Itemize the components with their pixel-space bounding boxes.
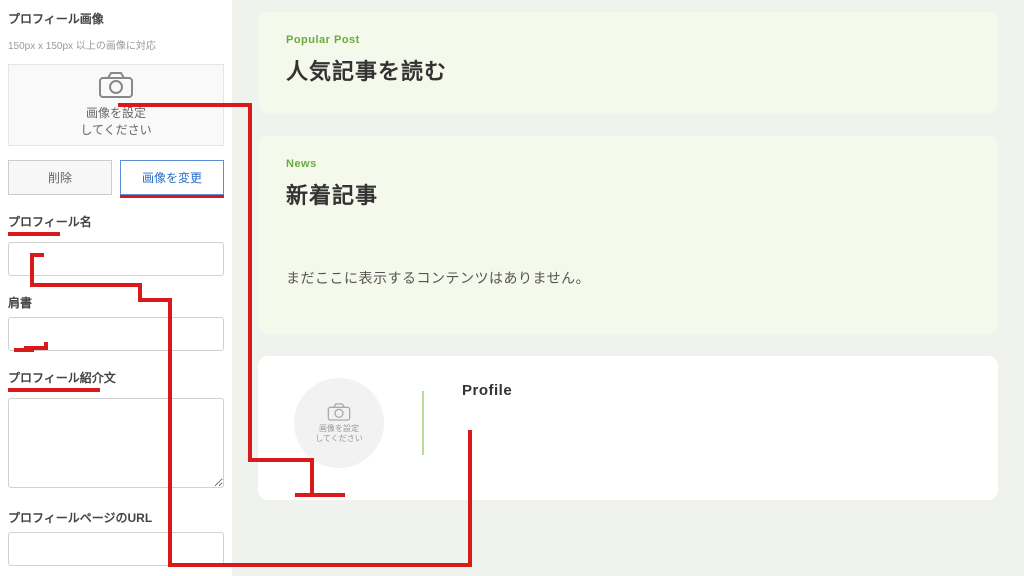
- news-title: 新着記事: [286, 178, 970, 210]
- news-eyebrow: News: [286, 158, 970, 170]
- role-section: 肩書: [8, 294, 224, 351]
- profile-name-input[interactable]: [8, 242, 224, 276]
- delete-button[interactable]: 削除: [8, 160, 112, 195]
- popular-title: 人気記事を読む: [286, 54, 970, 86]
- main-content: Popular Post 人気記事を読む News 新着記事 まだここに表示する…: [232, 0, 1024, 576]
- popular-post-card: Popular Post 人気記事を読む: [258, 12, 998, 114]
- role-label-text: 肩書: [8, 296, 32, 310]
- role-label: 肩書: [8, 294, 224, 311]
- role-input[interactable]: [8, 317, 224, 351]
- camera-icon: [98, 71, 134, 99]
- profile-name-label-text: プロフィール名: [8, 215, 92, 229]
- avatar-placeholder: 画像を設定 してください: [294, 378, 384, 468]
- news-card: News 新着記事 まだここに表示するコンテンツはありません。: [258, 136, 998, 334]
- upload-line-2: してください: [80, 122, 151, 139]
- intro-label-text: プロフィール紹介文: [8, 371, 116, 385]
- url-label: プロフィールページのURL: [8, 509, 224, 526]
- url-section: プロフィールページのURL: [8, 509, 224, 566]
- news-empty-message: まだここに表示するコンテンツはありません。: [286, 268, 970, 288]
- image-hint: 150px x 150px 以上の画像に対応: [8, 37, 224, 52]
- image-buttons: 削除 画像を変更: [8, 160, 224, 195]
- profile-heading: Profile: [462, 382, 512, 399]
- profile-name-section: プロフィール名: [8, 213, 224, 276]
- profile-name-label: プロフィール名: [8, 213, 224, 236]
- profile-divider: [422, 391, 424, 455]
- upload-placeholder-text: 画像を設定 してください: [80, 105, 151, 139]
- image-upload-area[interactable]: 画像を設定 してください: [8, 64, 224, 146]
- intro-label: プロフィール紹介文: [8, 369, 224, 392]
- intro-section: プロフィール紹介文: [8, 369, 224, 491]
- profile-preview-card: 画像を設定 してください Profile: [258, 356, 998, 500]
- popular-eyebrow: Popular Post: [286, 34, 970, 46]
- avatar-text: 画像を設定 してください: [315, 424, 363, 445]
- avatar-line-2: してください: [315, 434, 363, 444]
- camera-icon: [327, 402, 351, 422]
- image-section-title: プロフィール画像: [8, 10, 224, 27]
- sidebar: プロフィール画像 150px x 150px 以上の画像に対応 画像を設定 して…: [0, 0, 232, 576]
- upload-line-1: 画像を設定: [80, 105, 151, 122]
- change-image-button[interactable]: 画像を変更: [120, 160, 224, 195]
- url-input[interactable]: [8, 532, 224, 566]
- intro-textarea[interactable]: [8, 398, 224, 488]
- avatar-line-1: 画像を設定: [315, 424, 363, 434]
